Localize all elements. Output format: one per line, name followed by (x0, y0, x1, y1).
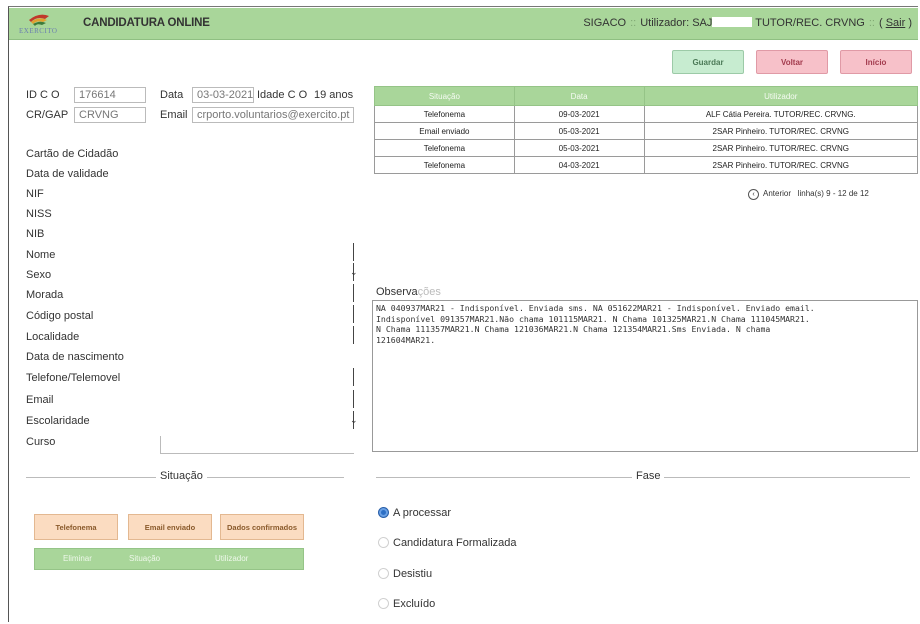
cell-user: 2SAR Pinheiro. TUTOR/REC. CRVNG (643, 156, 918, 174)
col-header-situation-2[interactable]: Situação (129, 554, 160, 563)
app-header: EXERCITO CANDIDATURA ONLINE SIGACO:: Util… (9, 8, 918, 40)
user-role: TUTOR/REC. CRVNG (755, 17, 865, 29)
phone-label: Telefone/Telemovel (26, 372, 121, 384)
phase-option-withdrew[interactable]: Desistiu (378, 568, 432, 584)
name-input[interactable] (352, 243, 354, 261)
education-dropdown-icon: ⌄ (350, 415, 358, 425)
idco-label: ID C O (26, 89, 60, 101)
phase-title: Fase (632, 470, 665, 482)
citizen-card-label: Cartão de Cidadão (26, 148, 119, 160)
age-value: 19 anos (314, 89, 354, 101)
radio-unchecked-icon[interactable] (378, 568, 389, 579)
radio-unchecked-icon[interactable] (378, 598, 389, 609)
col-header-user[interactable]: Utilizador (643, 86, 918, 106)
email-sent-button[interactable]: Email enviado (128, 514, 212, 540)
birth-date-label: Data de nascimento (26, 351, 124, 363)
expiry-date-label: Data de validade (26, 168, 109, 180)
sex-label: Sexo (26, 269, 52, 281)
cell-situation: Email enviado (374, 122, 515, 140)
back-button[interactable]: Voltar (756, 50, 828, 74)
niss-label: NISS (26, 208, 52, 220)
cell-date: 09-03-2021 (513, 105, 645, 123)
date-field[interactable]: 03-03-2021 (192, 87, 254, 103)
save-button[interactable]: Guardar (672, 50, 744, 74)
email-top-label: Email (160, 109, 188, 121)
postal-code-input[interactable] (352, 305, 354, 323)
idco-field[interactable]: 176614 (74, 87, 146, 103)
col-header-situation[interactable]: Situação (374, 86, 515, 106)
pager: ‹ Anterior linha(s) 9 - 12 de 12 (748, 189, 869, 200)
redacted-username (712, 17, 753, 27)
postal-code-label: Código postal (26, 310, 94, 322)
app-title: CANDIDATURA ONLINE (83, 17, 210, 29)
logout-link[interactable]: Sair (886, 17, 906, 29)
table-row[interactable]: Email enviado 05-03-2021 2SAR Pinheiro. … (374, 122, 918, 140)
nif-label: NIF (26, 188, 44, 200)
phase-option-excluded[interactable]: Excluído (378, 598, 435, 614)
user-name: Utilizador: SAJ (640, 17, 713, 29)
logo-text: EXERCITO (19, 27, 58, 35)
email-input[interactable] (352, 390, 354, 408)
phase-option-formalized[interactable]: Candidatura Formalizada (378, 537, 517, 553)
table-row[interactable]: Telefonema 04-03-2021 2SAR Pinheiro. TUT… (374, 156, 918, 174)
phase-option-processing[interactable]: A processar (378, 507, 451, 523)
cell-date: 04-03-2021 (513, 156, 645, 174)
date-label: Data (160, 89, 184, 101)
cell-user: 2SAR Pinheiro. TUTOR/REC. CRVNG (643, 139, 918, 157)
locality-input[interactable] (352, 326, 354, 344)
cell-situation: Telefonema (374, 156, 515, 174)
col-header-date[interactable]: Data (513, 86, 645, 106)
age-label: Idade C O (257, 89, 308, 101)
cell-date: 05-03-2021 (513, 139, 645, 157)
col-header-user-2[interactable]: Utilizador (215, 554, 248, 563)
col-header-delete[interactable]: Eliminar (63, 554, 92, 563)
system-name: SIGACO (583, 17, 627, 29)
user-info: SIGACO:: Utilizador: SAJ TUTOR/REC. CRVNG… (583, 17, 912, 29)
email-label: Email (26, 394, 54, 406)
observations-textarea[interactable]: NA 040937MAR21 - Indisponível. Enviada s… (372, 300, 918, 452)
phone-call-button[interactable]: Telefonema (34, 514, 118, 540)
cell-user: ALF Cátia Pereira. TUTOR/REC. CRVNG. (643, 105, 918, 123)
data-confirmed-button[interactable]: Dados confirmados (220, 514, 304, 540)
email-top-field[interactable]: crporto.voluntarios@exercito.pt (192, 107, 354, 123)
name-label: Nome (26, 249, 56, 261)
table-row[interactable]: Telefonema 05-03-2021 2SAR Pinheiro. TUT… (374, 139, 918, 157)
education-label: Escolaridade (26, 415, 90, 427)
phone-input[interactable] (352, 368, 354, 386)
radio-unchecked-icon[interactable] (378, 537, 389, 548)
army-logo: EXERCITO (15, 10, 71, 38)
address-input[interactable] (352, 284, 354, 302)
cell-situation: Telefonema (374, 139, 515, 157)
course-input[interactable] (160, 436, 354, 454)
crgap-label: CR/GAP (26, 109, 69, 121)
locality-label: Localidade (26, 331, 80, 343)
cell-date: 05-03-2021 (513, 122, 645, 140)
pager-prev-link[interactable]: Anterior (763, 189, 791, 198)
radio-checked-icon[interactable] (378, 507, 389, 518)
observations-label: Observações (376, 286, 441, 298)
sex-dropdown-icon: ⌄ (350, 267, 358, 277)
home-button[interactable]: Início (840, 50, 912, 74)
situation-title: Situação (156, 470, 207, 482)
crgap-field[interactable]: CRVNG (74, 107, 146, 123)
cell-situation: Telefonema (374, 105, 515, 123)
chevron-left-icon[interactable]: ‹ (748, 189, 759, 200)
observations-label-placeholder: ções (417, 286, 441, 298)
address-label: Morada (26, 289, 64, 301)
pager-info: linha(s) 9 - 12 de 12 (797, 189, 869, 198)
table-row[interactable]: Telefonema 09-03-2021 ALF Cátia Pereira.… (374, 105, 918, 123)
nib-label: NIB (26, 228, 45, 240)
course-label: Curso (26, 436, 56, 448)
history-table: Situação Data Utilizador Telefonema 09-0… (374, 86, 918, 174)
cell-user: 2SAR Pinheiro. TUTOR/REC. CRVNG (643, 122, 918, 140)
situation-table-header: Eliminar Situação Utilizador (34, 548, 304, 570)
